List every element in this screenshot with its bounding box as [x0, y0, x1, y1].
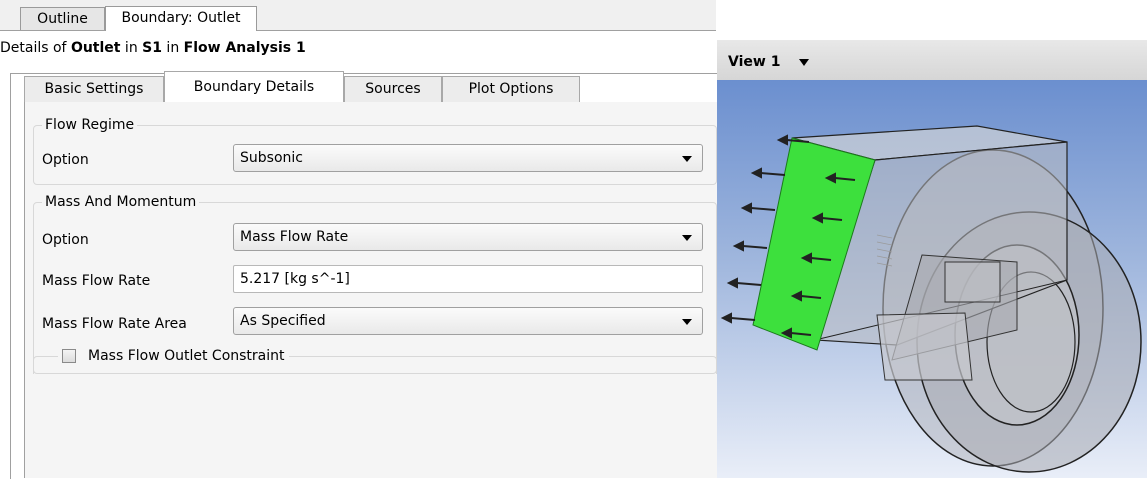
mass-flow-rate-area-select[interactable]: As Specified [233, 307, 703, 335]
inlet-guide [876, 312, 973, 381]
mass-flow-rate-area-label: Mass Flow Rate Area [42, 316, 187, 332]
tab-boundary-outlet[interactable]: Boundary: Outlet [105, 6, 257, 31]
details-in-1: in [120, 40, 143, 56]
mass-flow-constraint-label: Mass Flow Outlet Constraint [88, 348, 285, 364]
view-title[interactable]: View 1 [728, 54, 780, 70]
flow-regime-label: Flow Regime [42, 117, 138, 133]
mass-option-label: Option [42, 232, 89, 248]
details-title: Details of Outlet in S1 in Flow Analysis… [0, 40, 306, 56]
viewport-3d[interactable] [717, 80, 1147, 478]
details-prefix: Details of [0, 40, 71, 56]
details-in-2: in [161, 40, 184, 56]
fan-blade-box [944, 261, 1001, 303]
mass-flow-rate-label: Mass Flow Rate [42, 273, 151, 289]
tab-outline[interactable]: Outline [20, 7, 105, 30]
flow-regime-option-select[interactable]: Subsonic [233, 144, 703, 172]
mass-option-value: Mass Flow Rate [240, 229, 349, 245]
tab-sources[interactable]: Sources [344, 76, 442, 102]
tab-boundary-details[interactable]: Boundary Details [164, 71, 344, 102]
mass-flow-rate-value: 5.217 [kg s^-1] [240, 271, 350, 287]
view-header: View 1 [717, 40, 1147, 80]
chevron-down-icon [682, 156, 692, 162]
tab-plot-options[interactable]: Plot Options [442, 76, 580, 102]
mass-flow-rate-area-value: As Specified [240, 313, 326, 329]
mass-option-select[interactable]: Mass Flow Rate [233, 223, 703, 251]
details-object: Outlet [70, 40, 121, 56]
details-analysis: Flow Analysis 1 [183, 40, 306, 56]
mass-flow-constraint-row: Mass Flow Outlet Constraint [58, 348, 289, 366]
flow-regime-option-label: Option [42, 152, 89, 168]
details-domain: S1 [142, 40, 162, 56]
view-dropdown-icon[interactable] [799, 59, 809, 66]
view-panel: View 1 [717, 40, 1147, 478]
fan-geometry-render [720, 125, 1142, 473]
flow-regime-option-value: Subsonic [240, 150, 303, 166]
mass-flow-rate-input[interactable]: 5.217 [kg s^-1] [233, 265, 703, 293]
mass-momentum-label: Mass And Momentum [42, 194, 200, 210]
chevron-down-icon [682, 319, 692, 325]
tab-basic-settings[interactable]: Basic Settings [24, 76, 164, 102]
chevron-down-icon [682, 235, 692, 241]
mass-flow-constraint-checkbox[interactable] [62, 349, 76, 363]
